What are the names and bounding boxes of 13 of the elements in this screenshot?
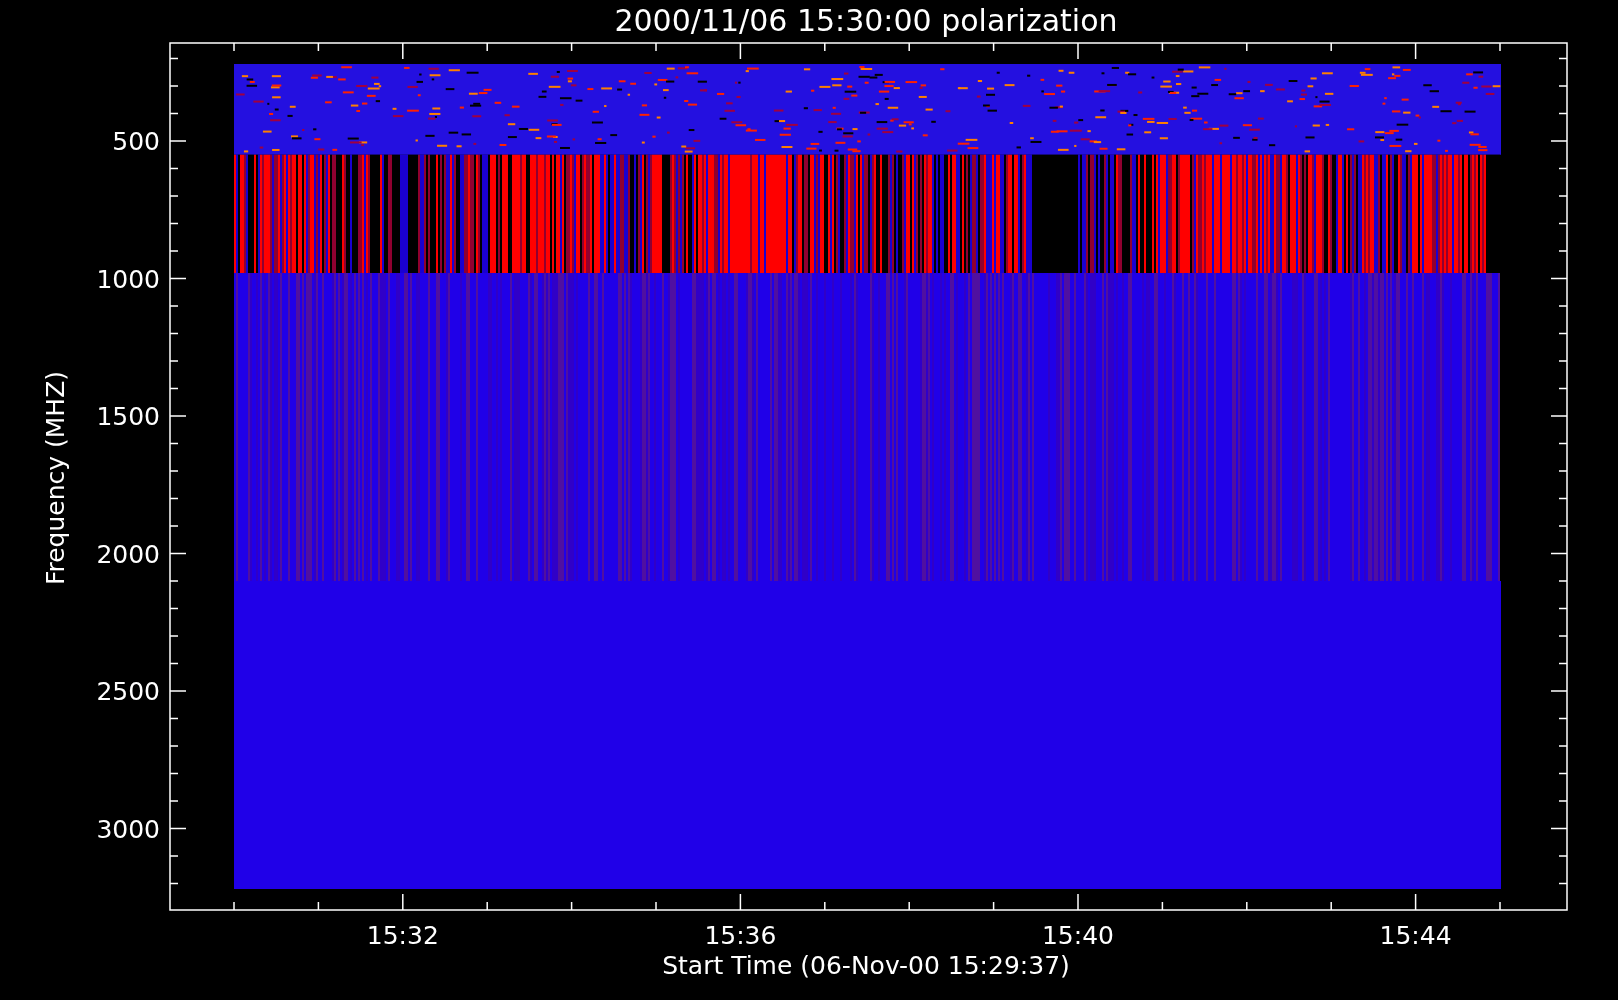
tick-label: 15:44 <box>1379 921 1452 950</box>
tick-label: 15:40 <box>1042 921 1114 950</box>
tick-label: 1000 <box>96 264 160 294</box>
chart-title: 2000/11/06 15:30:00 polarization <box>614 3 1118 38</box>
tick-label: 1500 <box>96 402 160 431</box>
tick-label: 15:32 <box>366 921 439 950</box>
axis-label: Frequency (MHZ) <box>41 370 70 586</box>
tick-label: 2500 <box>96 677 160 706</box>
tick-label: 15:36 <box>704 921 777 950</box>
tick-label: 2000 <box>96 539 160 569</box>
tick-label: 3000 <box>96 814 160 844</box>
axis-label: Start Time (06-Nov-00 15:29:37) <box>662 951 1070 980</box>
tick-label: 500 <box>112 127 160 156</box>
